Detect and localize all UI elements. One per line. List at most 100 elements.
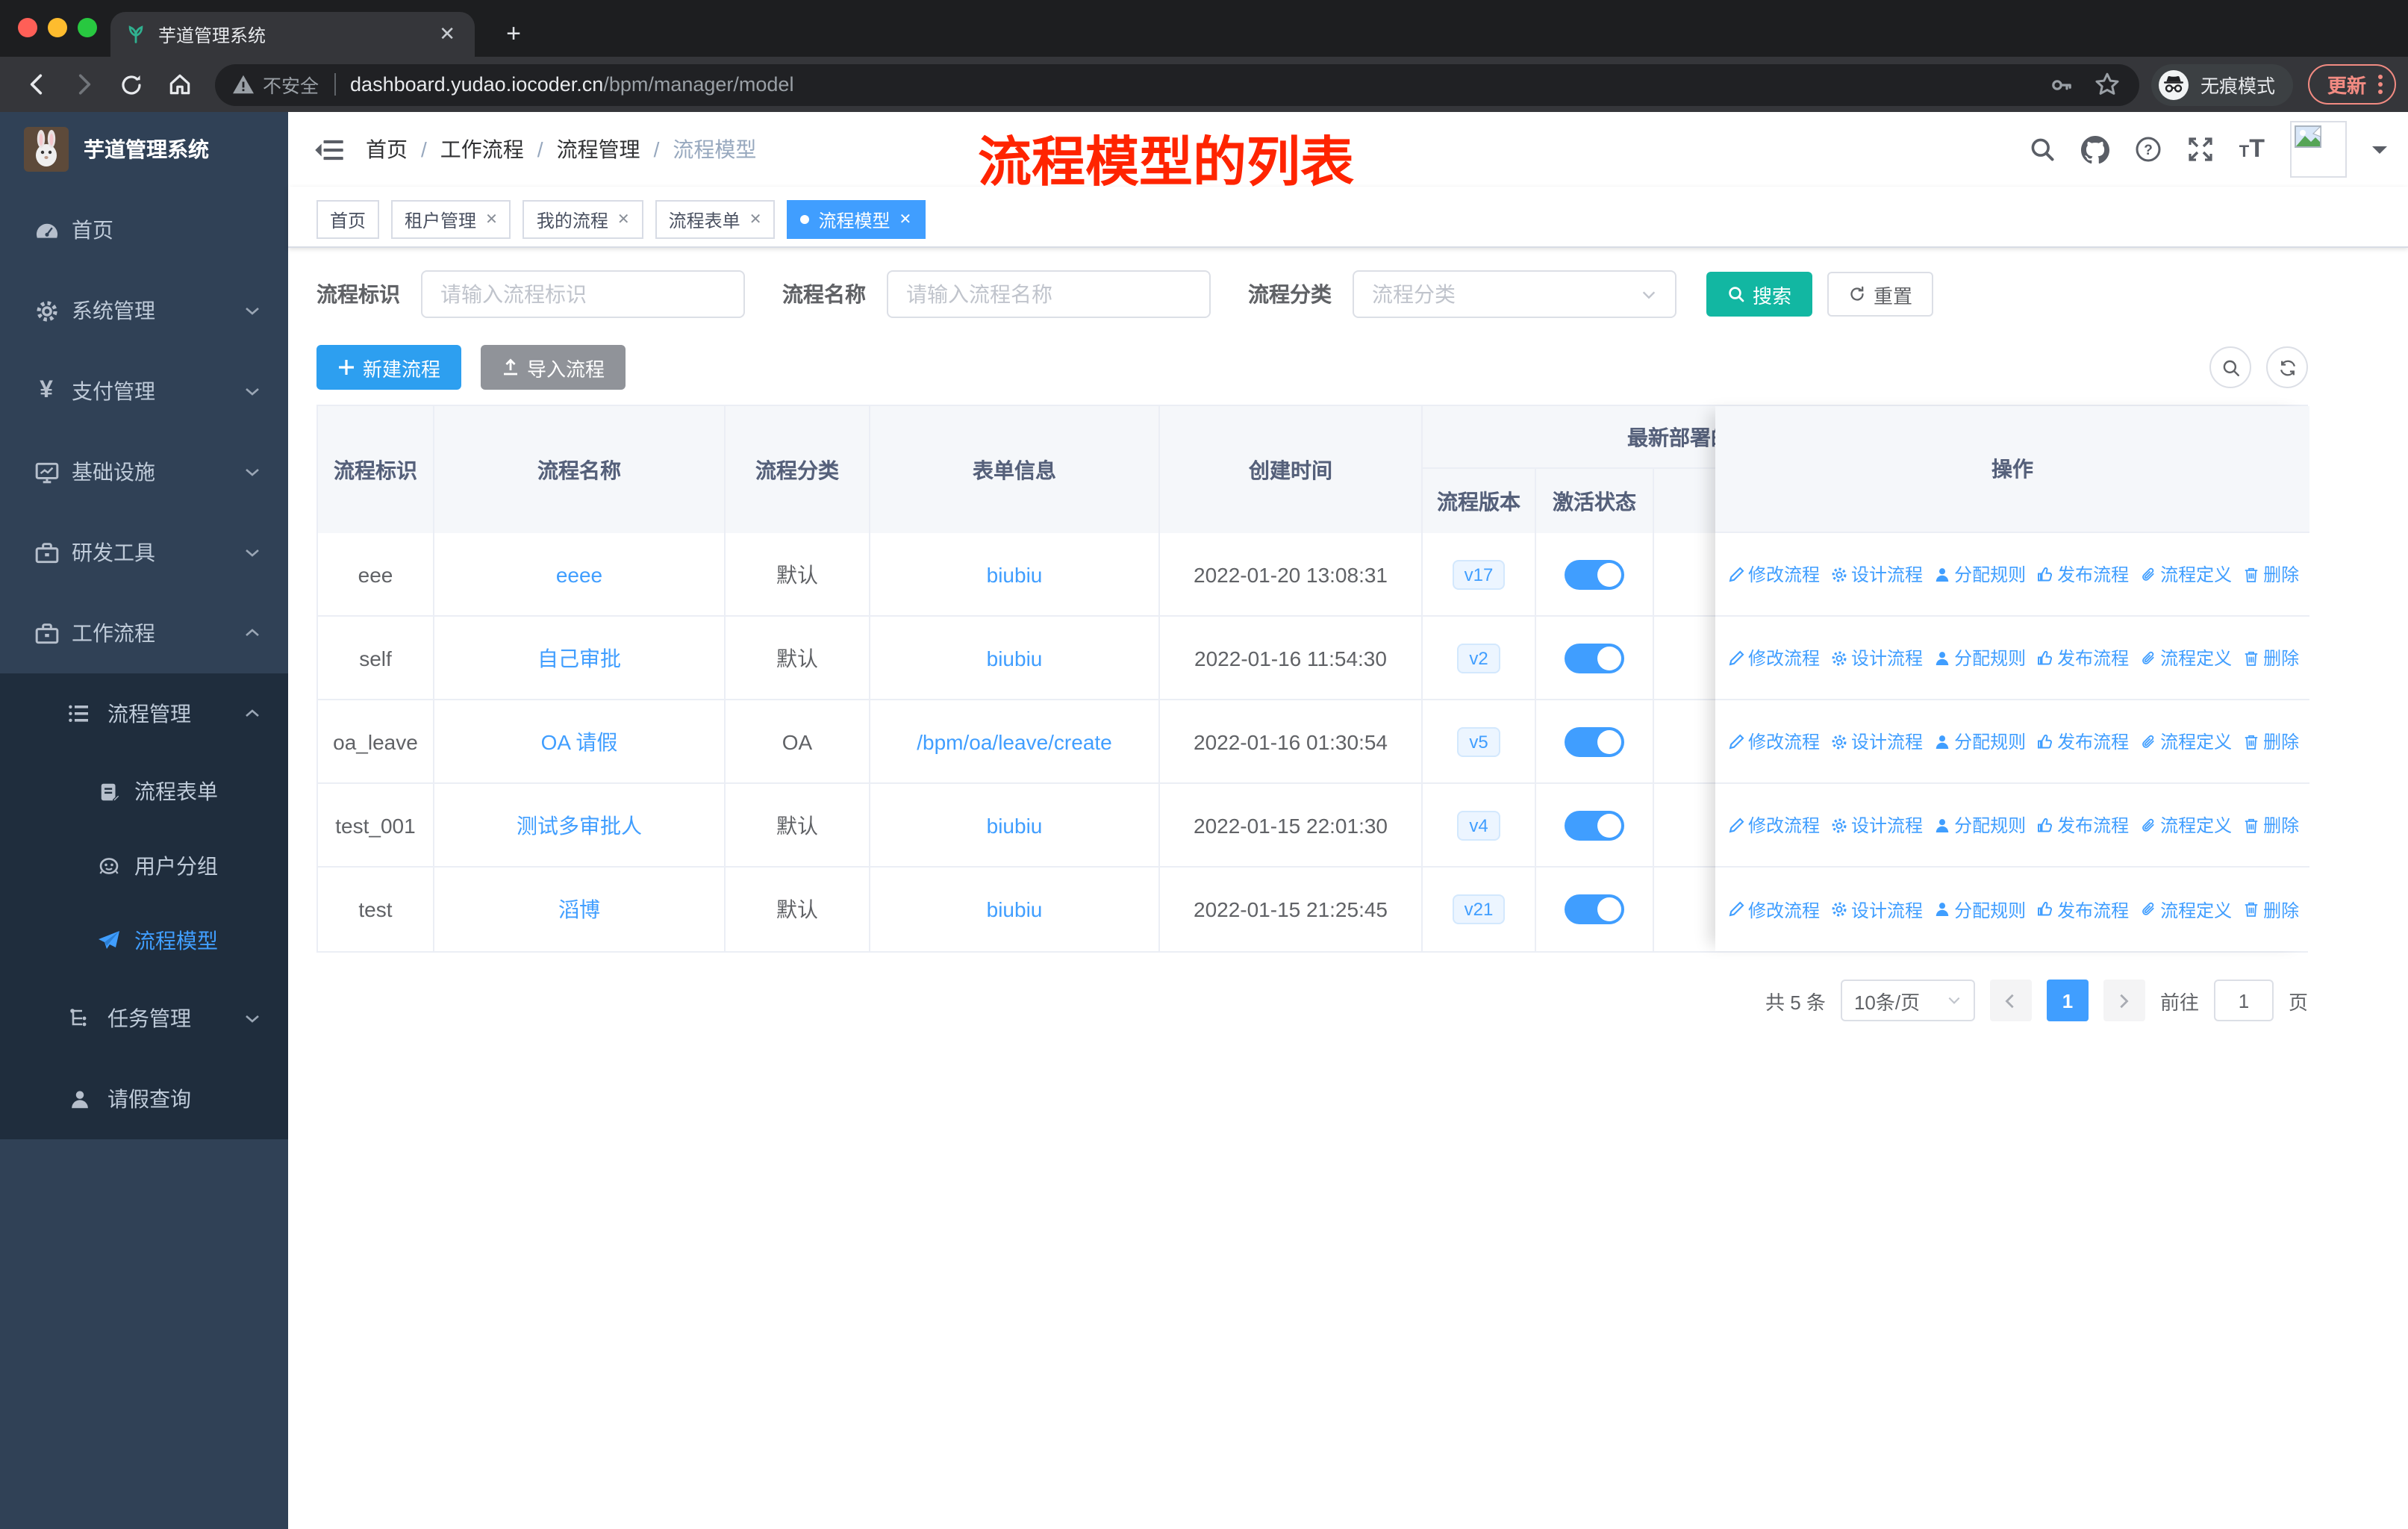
new-tab-button[interactable]: + <box>499 19 528 49</box>
bookmark-star-icon[interactable] <box>2094 72 2120 97</box>
version-tag[interactable]: v4 <box>1457 811 1500 841</box>
password-key-icon[interactable] <box>2050 72 2074 96</box>
modify-process-link[interactable]: 修改流程 <box>1727 561 1820 587</box>
avatar-caret-icon[interactable] <box>2372 146 2387 161</box>
back-icon[interactable] <box>16 65 55 104</box>
process-name-input[interactable] <box>887 270 1211 318</box>
sidebar-item-user-group[interactable]: 用户分组 <box>0 829 288 903</box>
form-info-link[interactable]: biubiu <box>987 647 1043 670</box>
process-name-link[interactable]: OA 请假 <box>541 727 618 757</box>
tag-process-form[interactable]: 流程表单 ✕ <box>655 200 776 239</box>
current-page[interactable]: 1 <box>2046 980 2089 1021</box>
close-window-button[interactable] <box>18 18 37 37</box>
sidebar-item-workflow[interactable]: 工作流程 <box>0 593 288 673</box>
home-icon[interactable] <box>160 65 199 104</box>
version-tag[interactable]: v2 <box>1457 644 1500 673</box>
modify-process-link[interactable]: 修改流程 <box>1727 729 1820 754</box>
create-process-button[interactable]: 新建流程 <box>316 345 462 390</box>
breadcrumb-process-mgmt[interactable]: 流程管理 <box>557 134 640 164</box>
sidebar-item-home[interactable]: 首页 <box>0 190 288 270</box>
help-icon[interactable]: ? <box>2135 136 2162 163</box>
security-label[interactable]: 不安全 <box>263 70 319 99</box>
browser-tab[interactable]: 芋道管理系统 ✕ <box>110 12 475 57</box>
modify-process-link[interactable]: 修改流程 <box>1727 645 1820 670</box>
delete-link[interactable]: 删除 <box>2242 812 2299 838</box>
sidebar-item-system[interactable]: 系统管理 <box>0 270 288 351</box>
tab-close-icon[interactable]: ✕ <box>434 22 460 46</box>
process-definition-link[interactable]: 流程定义 <box>2139 645 2232 670</box>
active-toggle[interactable] <box>1565 560 1624 590</box>
design-process-link[interactable]: 设计流程 <box>1830 729 1923 754</box>
update-button[interactable]: 更新 <box>2307 64 2396 105</box>
form-info-link[interactable]: biubiu <box>987 563 1043 587</box>
toggle-search-icon[interactable] <box>2209 346 2251 388</box>
publish-process-link[interactable]: 发布流程 <box>2036 645 2129 670</box>
modify-process-link[interactable]: 修改流程 <box>1727 812 1820 838</box>
design-process-link[interactable]: 设计流程 <box>1830 561 1923 587</box>
prev-page-button[interactable] <box>1989 980 2032 1021</box>
sidebar-item-infrastructure[interactable]: 基础设施 <box>0 432 288 512</box>
tag-process-model[interactable]: 流程模型 ✕ <box>787 200 926 239</box>
publish-process-link[interactable]: 发布流程 <box>2036 812 2129 838</box>
design-process-link[interactable]: 设计流程 <box>1830 812 1923 838</box>
process-name-link[interactable]: eeee <box>556 563 602 587</box>
active-toggle[interactable] <box>1565 811 1624 841</box>
delete-link[interactable]: 删除 <box>2242 645 2299 670</box>
github-icon[interactable] <box>2080 135 2109 164</box>
assign-rule-link[interactable]: 分配规则 <box>1933 729 2026 754</box>
delete-link[interactable]: 删除 <box>2242 897 2299 922</box>
fullscreen-icon[interactable] <box>2187 136 2214 163</box>
delete-link[interactable]: 删除 <box>2242 561 2299 587</box>
chrome-menu-icon[interactable] <box>2378 75 2383 94</box>
design-process-link[interactable]: 设计流程 <box>1830 897 1923 922</box>
assign-rule-link[interactable]: 分配规则 <box>1933 645 2026 670</box>
avatar[interactable] <box>2290 121 2347 178</box>
sidebar-item-process-form[interactable]: 流程表单 <box>0 754 288 829</box>
version-tag[interactable]: v5 <box>1457 727 1500 757</box>
import-process-button[interactable]: 导入流程 <box>481 345 626 390</box>
tag-my-process[interactable]: 我的流程 ✕ <box>523 200 643 239</box>
forward-icon[interactable] <box>64 65 103 104</box>
modify-process-link[interactable]: 修改流程 <box>1727 897 1820 922</box>
breadcrumb-home[interactable]: 首页 <box>366 134 408 164</box>
tag-home[interactable]: 首页 <box>316 200 380 239</box>
publish-process-link[interactable]: 发布流程 <box>2036 561 2129 587</box>
form-info-link[interactable]: biubiu <box>987 897 1043 921</box>
tag-tenant[interactable]: 租户管理 ✕ <box>391 200 511 239</box>
sidebar-item-task-mgmt[interactable]: 任务管理 <box>0 978 288 1059</box>
process-definition-link[interactable]: 流程定义 <box>2139 561 2232 587</box>
close-tag-icon[interactable]: ✕ <box>617 211 630 228</box>
reload-icon[interactable] <box>112 65 151 104</box>
version-tag[interactable]: v21 <box>1452 894 1506 924</box>
search-icon[interactable] <box>2029 136 2056 163</box>
publish-process-link[interactable]: 发布流程 <box>2036 897 2129 922</box>
process-definition-link[interactable]: 流程定义 <box>2139 897 2232 922</box>
maximize-window-button[interactable] <box>78 18 97 37</box>
publish-process-link[interactable]: 发布流程 <box>2036 729 2129 754</box>
process-id-input[interactable] <box>421 270 745 318</box>
form-info-link[interactable]: /bpm/oa/leave/create <box>917 730 1112 754</box>
process-name-link[interactable]: 自己审批 <box>537 644 621 673</box>
address-bar[interactable]: 不安全 dashboard.yudao.iocoder.cn /bpm/mana… <box>215 63 2139 105</box>
version-tag[interactable]: v17 <box>1452 560 1506 590</box>
sidebar-item-devtools[interactable]: 研发工具 <box>0 512 288 593</box>
sidebar-toggle-icon[interactable] <box>306 127 351 172</box>
minimize-window-button[interactable] <box>48 18 67 37</box>
process-definition-link[interactable]: 流程定义 <box>2139 812 2232 838</box>
assign-rule-link[interactable]: 分配规则 <box>1933 812 2026 838</box>
form-info-link[interactable]: biubiu <box>987 814 1043 838</box>
design-process-link[interactable]: 设计流程 <box>1830 645 1923 670</box>
refresh-table-icon[interactable] <box>2266 346 2308 388</box>
font-size-icon[interactable]: TT <box>2239 134 2265 164</box>
next-page-button[interactable] <box>2103 980 2145 1021</box>
active-toggle[interactable] <box>1565 727 1624 757</box>
close-tag-icon[interactable]: ✕ <box>749 211 762 228</box>
reset-button[interactable]: 重置 <box>1827 272 1934 317</box>
assign-rule-link[interactable]: 分配规则 <box>1933 561 2026 587</box>
sidebar-item-process-mgmt[interactable]: 流程管理 <box>0 673 288 754</box>
process-definition-link[interactable]: 流程定义 <box>2139 729 2232 754</box>
active-toggle[interactable] <box>1565 894 1624 924</box>
page-size-select[interactable]: 10条/页 <box>1840 980 1975 1021</box>
assign-rule-link[interactable]: 分配规则 <box>1933 897 2026 922</box>
sidebar-item-payment[interactable]: ¥ 支付管理 <box>0 351 288 432</box>
